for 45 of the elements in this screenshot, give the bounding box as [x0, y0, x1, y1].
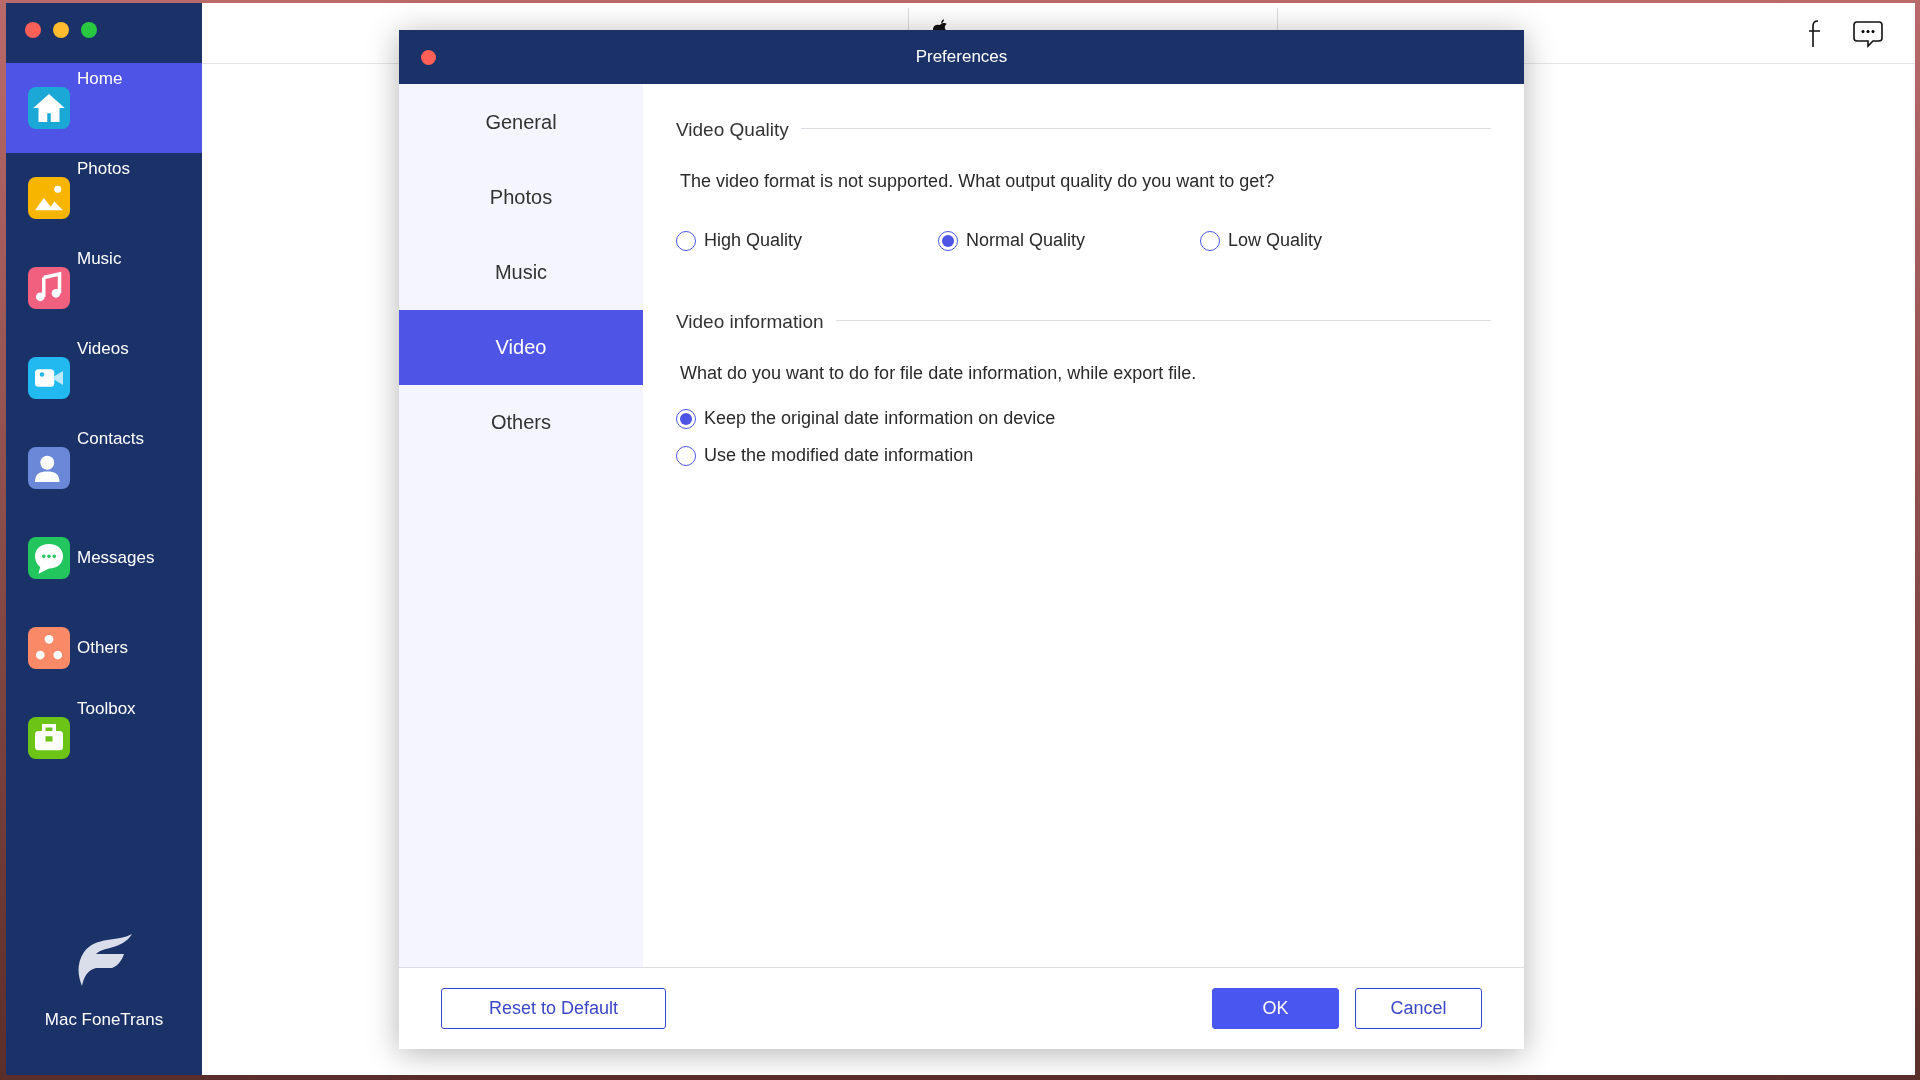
video-camera-icon — [28, 357, 70, 399]
three-dots-icon — [28, 627, 70, 669]
nav-tab[interactable]: General — [399, 85, 643, 160]
nav-tab[interactable]: Video — [399, 310, 643, 385]
dialog-button[interactable]: Cancel — [1355, 988, 1482, 1029]
section-title: Video Quality — [676, 119, 789, 141]
zoom-button[interactable] — [81, 22, 97, 38]
chat-icon[interactable] — [1853, 20, 1883, 48]
sidebar-item[interactable]: Videos — [6, 333, 202, 423]
radio-label[interactable]: Normal Quality — [966, 230, 1086, 251]
radio-button[interactable] — [676, 230, 696, 251]
nav-tab[interactable]: Music — [399, 235, 643, 310]
sidebar-item[interactable]: Music — [6, 243, 202, 333]
sidebar-item[interactable]: Others — [6, 603, 202, 693]
section-prompt: The video format is not supported. What output quality do you want to get? — [680, 171, 1276, 192]
dialog-title: Preferences — [915, 47, 1008, 67]
close-button[interactable] — [25, 22, 41, 38]
radio-label[interactable]: Keep the original date information on device — [704, 408, 1056, 429]
radio-label[interactable]: High Quality — [704, 230, 803, 251]
radio-button[interactable] — [676, 445, 696, 466]
section-title: Video information — [676, 311, 824, 333]
nav-tab[interactable]: Photos — [399, 160, 643, 235]
radio-button[interactable] — [1200, 230, 1220, 251]
radio-button[interactable] — [938, 230, 958, 251]
toolbox-icon — [28, 717, 70, 759]
sidebar-item[interactable]: Photos — [6, 153, 202, 243]
sidebar-item[interactable]: Contacts — [6, 423, 202, 513]
dialog-button[interactable]: OK — [1212, 988, 1339, 1029]
radio-button[interactable] — [676, 408, 696, 429]
chat-bubble-icon — [28, 537, 70, 579]
nav-tab[interactable]: Others — [399, 385, 643, 460]
radio-label[interactable]: Low Quality — [1228, 230, 1323, 251]
house-icon — [28, 87, 70, 129]
dialog-button[interactable]: Reset to Default — [441, 988, 666, 1029]
sidebar-item[interactable]: Messages — [6, 513, 202, 603]
sidebar-item[interactable]: Toolbox — [6, 693, 202, 783]
section-prompt: What do you want to do for file date information, while export file. — [680, 363, 1198, 384]
close-button[interactable] — [421, 50, 436, 65]
sidebar-item[interactable]: Home — [6, 63, 202, 153]
person-icon — [28, 447, 70, 489]
image-icon — [28, 177, 70, 219]
app-name: Mac FoneTrans — [44, 1010, 164, 1030]
minimize-button[interactable] — [53, 22, 69, 38]
radio-label[interactable]: Use the modified date information — [704, 445, 974, 466]
music-note-icon — [28, 267, 70, 309]
